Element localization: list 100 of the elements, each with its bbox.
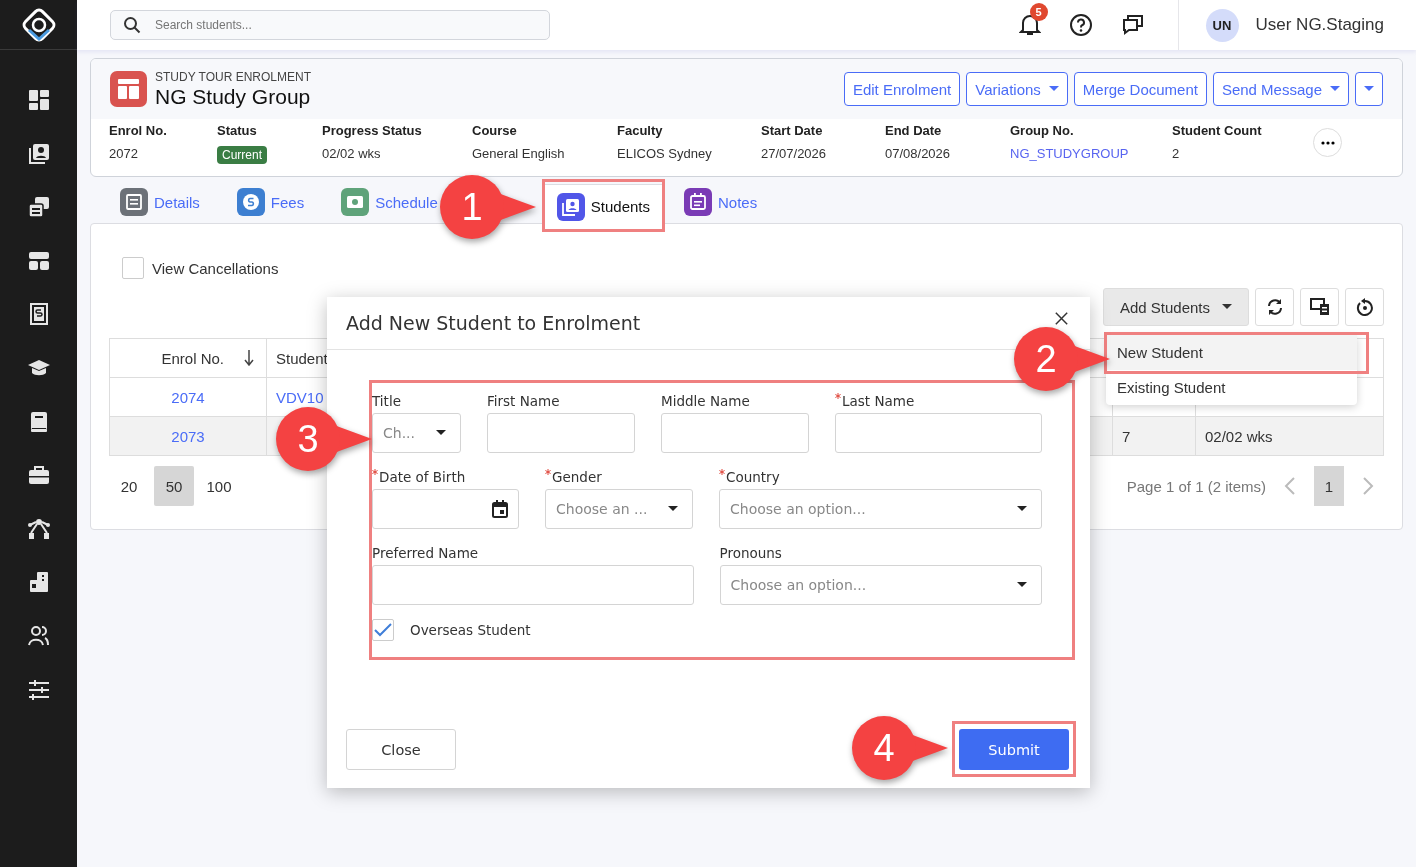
caret-icon: [1017, 506, 1027, 512]
tab[interactable]: Notes: [684, 183, 758, 221]
close-icon[interactable]: [1055, 312, 1068, 325]
submit-button[interactable]: Submit: [959, 729, 1069, 770]
caret-icon: [1330, 86, 1340, 92]
field-label: Pronouns: [719, 545, 782, 561]
menu-item[interactable]: New Student: [1106, 335, 1357, 370]
action-button[interactable]: Edit Enrolment: [843, 72, 961, 106]
enrolment-type: STUDY TOUR ENROLMENT: [155, 69, 312, 84]
caret-icon: [1048, 86, 1059, 92]
caret-icon: [436, 430, 446, 436]
tab[interactable]: Fees: [236, 183, 305, 221]
field-label: Status: [217, 123, 257, 138]
field-label: First Name: [487, 393, 560, 409]
add-students-button[interactable]: Add Students: [1103, 288, 1249, 326]
column-header[interactable]: Student: [276, 349, 328, 367]
select-field[interactable]: Ch...: [372, 413, 461, 453]
field-value: 07/08/2026: [885, 146, 951, 161]
enrolment-icon: [110, 71, 147, 107]
field-label: Enrol No.: [109, 123, 167, 138]
modal-title: Add New Student to Enrolment: [346, 312, 641, 334]
refresh-button[interactable]: [1255, 288, 1294, 326]
table-cell: 02/02 wks: [1205, 427, 1273, 445]
table-cell: 7: [1122, 427, 1131, 445]
select-field[interactable]: Choose an option...: [719, 489, 1042, 529]
column-chooser-button[interactable]: [1300, 288, 1339, 326]
input-field[interactable]: [661, 413, 809, 453]
field-label: Last Name: [842, 393, 915, 409]
field-label: Country: [726, 469, 780, 485]
dropdown-button[interactable]: Variations: [966, 72, 1068, 106]
tab[interactable]: Details: [120, 183, 200, 221]
stack-icon[interactable]: [26, 195, 51, 220]
field-label: Gender: [552, 469, 602, 485]
network-icon[interactable]: [26, 516, 51, 541]
field-label: Student Count: [1172, 123, 1262, 138]
calendar-icon[interactable]: [492, 500, 508, 518]
group-link[interactable]: NG_STUDYGROUP: [1010, 146, 1129, 161]
page-summary: Page 1 of 1 (2 items): [1126, 477, 1266, 495]
search-icon: [123, 16, 141, 34]
caret-icon: [1364, 86, 1374, 92]
user-avatar[interactable]: UN: [1205, 8, 1239, 42]
reset-icon: [1355, 298, 1374, 316]
input-field[interactable]: [372, 565, 694, 605]
checkbox-label[interactable]: View Cancellations: [152, 259, 279, 277]
caret-icon: [668, 506, 678, 512]
people-icon[interactable]: [26, 623, 51, 648]
user-name[interactable]: User NG.Staging: [1255, 15, 1384, 35]
field-label: End Date: [885, 123, 942, 138]
action-button[interactable]: Merge Document: [1073, 72, 1207, 106]
checkbox[interactable]: [122, 257, 144, 279]
contact-card-icon[interactable]: [26, 141, 51, 166]
columns-icon: [1309, 298, 1330, 316]
field-value: 02/02 wks: [322, 146, 381, 161]
select-field[interactable]: Choose an ...: [545, 489, 693, 529]
field-label: Progress Status: [322, 123, 422, 138]
field-label: Start Date: [761, 123, 823, 138]
field-label: Middle Name: [661, 393, 750, 409]
checkbox-label[interactable]: Overseas Student: [410, 622, 531, 638]
enrol-link[interactable]: 2074: [171, 388, 205, 406]
input-field[interactable]: [835, 413, 1042, 453]
field-label: Group No.: [1010, 123, 1074, 138]
caret-icon: [1222, 304, 1233, 310]
refresh-icon: [1265, 298, 1284, 316]
field-value: ELICOS Sydney: [617, 146, 712, 161]
field-label: Preferred Name: [372, 545, 479, 561]
field-label: Title: [372, 393, 401, 409]
dropdown-button[interactable]: Send Message: [1212, 72, 1349, 106]
more-button[interactable]: [1313, 128, 1342, 157]
chat-icon[interactable]: [1120, 13, 1145, 37]
dashboard-icon[interactable]: [26, 88, 51, 112]
enrol-link[interactable]: 2073: [171, 427, 205, 445]
ellipsis-icon: [1320, 140, 1335, 145]
field-label: Faculty: [617, 123, 663, 138]
help-icon[interactable]: [1068, 13, 1093, 37]
caret-icon: [1017, 582, 1027, 588]
field-value: General English: [472, 146, 565, 161]
page-button[interactable]: 1: [1314, 466, 1344, 506]
sort-arrow-icon[interactable]: [244, 350, 254, 366]
field-value: 2: [1172, 146, 1180, 161]
field-label: Course: [472, 123, 517, 138]
more-dropdown-button[interactable]: [1355, 72, 1383, 106]
close-button[interactable]: Close: [346, 729, 456, 770]
student-link[interactable]: VDV10: [276, 388, 324, 406]
reset-button[interactable]: [1345, 288, 1384, 326]
search-field[interactable]: Search students...: [110, 10, 550, 40]
field-value: 2072: [109, 146, 138, 161]
select-field[interactable]: Choose an option...: [719, 565, 1042, 605]
status-badge: Current: [217, 146, 267, 164]
page-size-button[interactable]: 50: [154, 466, 194, 506]
input-field[interactable]: [487, 413, 635, 453]
page-size-button[interactable]: 20: [109, 466, 149, 506]
column-header[interactable]: Enrol No.: [161, 349, 224, 367]
field-value: 27/07/2026: [761, 146, 827, 161]
page-size-button[interactable]: 100: [199, 466, 239, 506]
field-label: Date of Birth: [379, 469, 466, 485]
sliders-icon[interactable]: [26, 677, 51, 702]
date-field[interactable]: [372, 489, 519, 529]
tab[interactable]: Schedule: [341, 183, 438, 221]
checkbox[interactable]: [372, 619, 394, 641]
notification-badge: 5: [1029, 3, 1048, 21]
